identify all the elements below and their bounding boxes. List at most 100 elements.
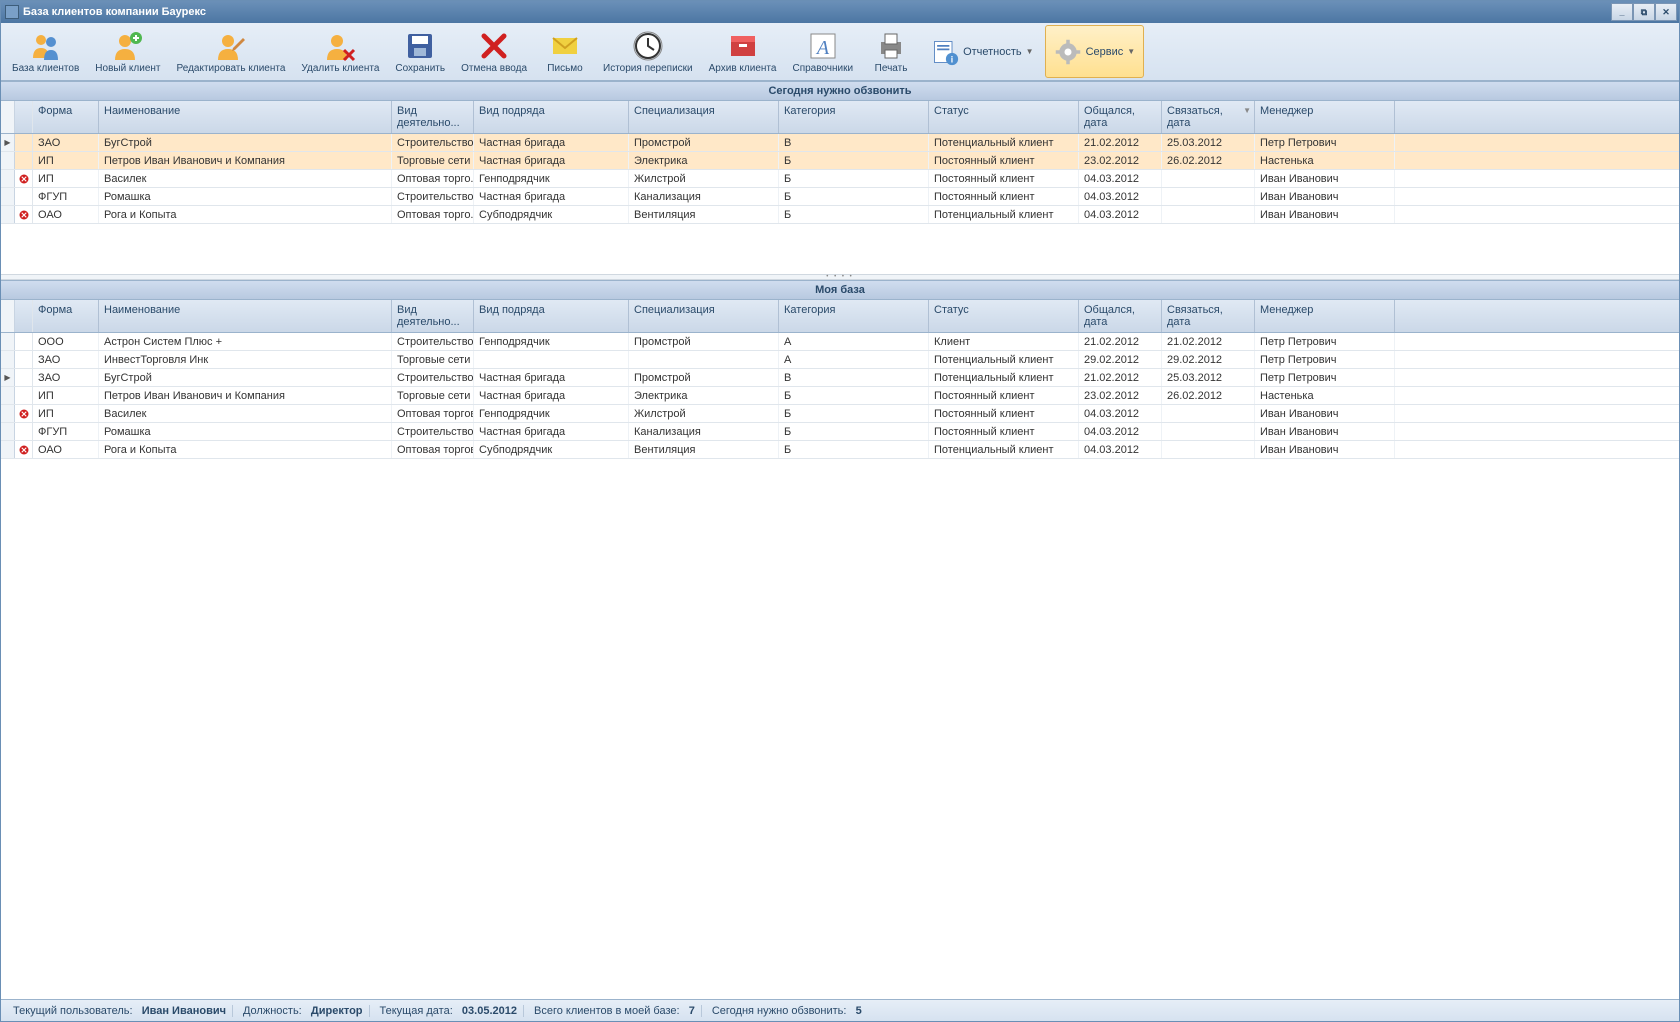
cell-activity: Торговые сети: [392, 351, 474, 368]
row-flag: [15, 405, 33, 422]
cell-spec: Электрика: [629, 387, 779, 404]
col-spec[interactable]: Специализация: [629, 101, 779, 133]
col-spec[interactable]: Специализация: [629, 300, 779, 332]
cell-manager: Петр Петрович: [1255, 134, 1395, 151]
cell-name: Астрон Систем Плюс +: [99, 333, 392, 350]
grid1-title: Сегодня нужно обзвонить: [1, 81, 1679, 101]
cell-activity: Оптовая торго...: [392, 206, 474, 223]
clients-db-button[interactable]: База клиентов: [5, 25, 86, 78]
letter-button[interactable]: Письмо: [536, 25, 594, 78]
close-button[interactable]: ✕: [1655, 3, 1677, 21]
cell-date2: 26.02.2012: [1162, 387, 1255, 404]
cell-name: Василек: [99, 170, 392, 187]
table-row[interactable]: ИППетров Иван Иванович и КомпанияТорговы…: [1, 152, 1679, 170]
references-button[interactable]: A Справочники: [785, 25, 860, 78]
row-indicator: [1, 333, 15, 350]
col-status[interactable]: Статус: [929, 101, 1079, 133]
main-window: База клиентов компании Баурекс _ ⧉ ✕ Баз…: [0, 0, 1680, 1022]
cancel-button[interactable]: Отмена ввода: [454, 25, 534, 78]
col-category[interactable]: Категория: [779, 101, 929, 133]
cell-spec: Жилстрой: [629, 170, 779, 187]
reports-dropdown[interactable]: i Отчетность ▼: [922, 25, 1043, 78]
col-contract[interactable]: Вид подряда: [474, 101, 629, 133]
row-flag: [15, 423, 33, 440]
row-flag: [15, 369, 33, 386]
col-name[interactable]: Наименование: [99, 300, 392, 332]
cell-contract: Частная бригада: [474, 152, 629, 169]
cell-date1: 29.02.2012: [1079, 351, 1162, 368]
table-row[interactable]: ОАОРога и КопытаОптовая торго...Субподря…: [1, 206, 1679, 224]
col-manager[interactable]: Менеджер: [1255, 101, 1395, 133]
delete-client-button[interactable]: Удалить клиента: [294, 25, 386, 78]
table-row[interactable]: ОАОРога и КопытаОптовая торговляСубподря…: [1, 441, 1679, 459]
row-indicator: [1, 423, 15, 440]
table-row[interactable]: ИПВасилекОптовая торго...ГенподрядчикЖил…: [1, 170, 1679, 188]
filter-icon[interactable]: ▼: [1243, 106, 1251, 115]
cell-activity: Торговые сети: [392, 152, 474, 169]
cell-date1: 21.02.2012: [1079, 333, 1162, 350]
cell-form: ИП: [33, 170, 99, 187]
col-category[interactable]: Категория: [779, 300, 929, 332]
history-button[interactable]: История переписки: [596, 25, 700, 78]
font-icon: A: [807, 30, 839, 62]
col-activity[interactable]: Вид деятельно...: [392, 101, 474, 133]
col-manager[interactable]: Менеджер: [1255, 300, 1395, 332]
col-date2[interactable]: Связаться, дата▼: [1162, 101, 1255, 133]
cell-status: Постоянный клиент: [929, 170, 1079, 187]
cell-date2: [1162, 170, 1255, 187]
table-row[interactable]: ▶ЗАОБугСтройСтроительствоЧастная бригада…: [1, 369, 1679, 387]
col-form[interactable]: Форма: [33, 101, 99, 133]
edit-client-button[interactable]: Редактировать клиента: [170, 25, 293, 78]
row-flag: [15, 134, 33, 151]
restore-button[interactable]: ⧉: [1633, 3, 1655, 21]
cell-category: Б: [779, 188, 929, 205]
table-row[interactable]: ФГУПРомашкаСтроительствоЧастная бригадаК…: [1, 423, 1679, 441]
row-indicator: [1, 188, 15, 205]
table-row[interactable]: ОООАстрон Систем Плюс +СтроительствоГенп…: [1, 333, 1679, 351]
table-row[interactable]: ИПВасилекОптовая торговляГенподрядчикЖил…: [1, 405, 1679, 423]
table-row[interactable]: ЗАОИнвестТорговля ИнкТорговые сетиAПотен…: [1, 351, 1679, 369]
cell-status: Потенциальный клиент: [929, 369, 1079, 386]
archive-button[interactable]: Архив клиента: [702, 25, 784, 78]
cell-category: A: [779, 351, 929, 368]
col-activity[interactable]: Вид деятельно...: [392, 300, 474, 332]
new-client-button[interactable]: Новый клиент: [88, 25, 167, 78]
col-date1[interactable]: Общался, дата: [1079, 300, 1162, 332]
clock-icon: [632, 30, 664, 62]
cell-contract: Генподрядчик: [474, 170, 629, 187]
table-row[interactable]: ФГУПРомашкаСтроительствоЧастная бригадаК…: [1, 188, 1679, 206]
table-row[interactable]: ИППетров Иван Иванович и КомпанияТорговы…: [1, 387, 1679, 405]
row-indicator: [1, 152, 15, 169]
cell-name: Ромашка: [99, 423, 392, 440]
row-indicator: [1, 441, 15, 458]
cell-status: Постоянный клиент: [929, 405, 1079, 422]
print-button[interactable]: Печать: [862, 25, 920, 78]
cell-name: Василек: [99, 405, 392, 422]
cell-manager: Иван Иванович: [1255, 423, 1395, 440]
col-date2[interactable]: Связаться, дата: [1162, 300, 1255, 332]
col-status[interactable]: Статус: [929, 300, 1079, 332]
toolbar: База клиентов Новый клиент Редактировать…: [1, 23, 1679, 81]
save-button[interactable]: Сохранить: [388, 25, 452, 78]
cell-contract: Частная бригада: [474, 369, 629, 386]
col-form[interactable]: Форма: [33, 300, 99, 332]
cell-name: Рога и Копыта: [99, 441, 392, 458]
minimize-button[interactable]: _: [1611, 3, 1633, 21]
cell-status: Постоянный клиент: [929, 387, 1079, 404]
cell-status: Клиент: [929, 333, 1079, 350]
cell-name: Петров Иван Иванович и Компания: [99, 152, 392, 169]
cell-date1: 04.03.2012: [1079, 423, 1162, 440]
cell-date1: 04.03.2012: [1079, 206, 1162, 223]
col-name[interactable]: Наименование: [99, 101, 392, 133]
col-date1[interactable]: Общался, дата: [1079, 101, 1162, 133]
cell-form: ОАО: [33, 206, 99, 223]
indicator-header: [1, 300, 15, 332]
table-row[interactable]: ▶ЗАОБугСтройСтроительствоЧастная бригада…: [1, 134, 1679, 152]
cell-date2: 25.03.2012: [1162, 369, 1255, 386]
service-dropdown[interactable]: Сервис ▼: [1045, 25, 1145, 78]
cell-date1: 04.03.2012: [1079, 188, 1162, 205]
grid-my-base: Моя база Форма Наименование Вид деятельн…: [1, 280, 1679, 459]
col-contract[interactable]: Вид подряда: [474, 300, 629, 332]
cell-manager: Петр Петрович: [1255, 333, 1395, 350]
save-icon: [404, 30, 436, 62]
